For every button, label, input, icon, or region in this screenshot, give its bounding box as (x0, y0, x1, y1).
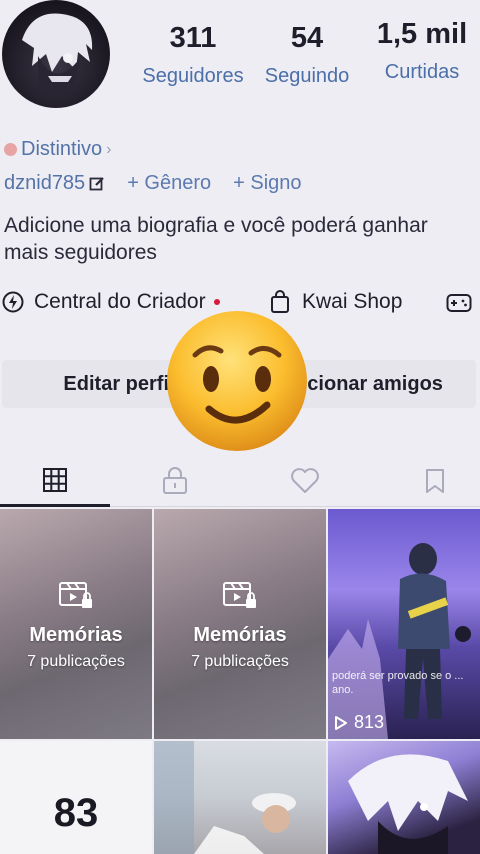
anime-character-image (348, 754, 468, 854)
memories-album[interactable]: Memórias 7 publicações (0, 509, 152, 739)
games-button[interactable] (446, 292, 472, 314)
edit-icon[interactable] (89, 176, 105, 192)
likes-stat[interactable]: 1,5 mil Curtidas (370, 18, 474, 84)
following-count: 54 (290, 22, 324, 54)
memories-count: 7 publicações (27, 653, 125, 670)
tab-liked[interactable] (250, 455, 360, 507)
video-thumbnail[interactable]: poderá ser provado se o ... ano. 813 (328, 509, 480, 739)
memories-title: Memórias (193, 624, 287, 646)
locked-video-icon (59, 582, 92, 608)
game-character-image (328, 543, 471, 739)
followers-stat[interactable]: 311 Seguidores (136, 22, 250, 88)
lock-icon (163, 467, 187, 494)
following-stat[interactable]: 54 Seguindo (258, 22, 356, 88)
view-count: 813 (334, 712, 384, 733)
following-label: Seguindo (264, 65, 350, 87)
gamepad-icon (446, 294, 472, 312)
video-caption: poderá ser provado se o ... ano. (332, 670, 464, 696)
kwai-shop-label: Kwai Shop (302, 290, 403, 313)
notification-dot (213, 299, 220, 305)
locked-video-icon (223, 582, 256, 608)
tab-posts[interactable] (0, 455, 110, 507)
video-thumbnail[interactable] (328, 741, 480, 854)
lightning-circle-icon (2, 291, 24, 313)
bookmark-icon (426, 469, 444, 493)
badge-icon (4, 143, 17, 156)
badge-link[interactable]: Distintivo › (4, 138, 111, 161)
tab-private[interactable] (120, 455, 230, 507)
thumbnail-number: 83 (53, 791, 99, 835)
add-sign-link[interactable]: + Signo (233, 172, 301, 195)
badge-label: Distintivo (21, 138, 103, 160)
memories-title: Memórias (29, 624, 123, 646)
chevron-right-icon: › (106, 140, 112, 158)
avatar[interactable] (2, 0, 110, 108)
smiling-emoji-sticker (167, 311, 307, 451)
grid-icon (43, 467, 67, 492)
likes-count: 1,5 mil (376, 18, 468, 50)
memories-album[interactable]: Memórias 7 publicações (154, 509, 326, 739)
bio-prompt[interactable]: Adicione uma biografia e você poderá gan… (4, 212, 474, 266)
person-photo (154, 741, 296, 854)
play-icon (335, 715, 347, 730)
followers-label: Seguidores (142, 65, 244, 87)
edit-profile-label: Editar perfil (63, 372, 175, 395)
tab-saved[interactable] (380, 455, 480, 507)
view-count-value: 813 (354, 712, 385, 732)
followers-count: 311 (169, 22, 217, 54)
username: dznid785 (4, 172, 86, 194)
memories-count: 7 publicações (191, 653, 289, 670)
video-thumbnail[interactable]: 83 (0, 741, 152, 854)
heart-icon (291, 468, 319, 493)
video-thumbnail[interactable] (154, 741, 326, 854)
profile-tabs (0, 455, 480, 507)
add-gender-link[interactable]: + Gênero (127, 172, 211, 195)
profile-id-row: dznid785 + Gênero + Signo (4, 172, 324, 195)
likes-label: Curtidas (384, 61, 460, 83)
avatar-image (22, 13, 93, 97)
